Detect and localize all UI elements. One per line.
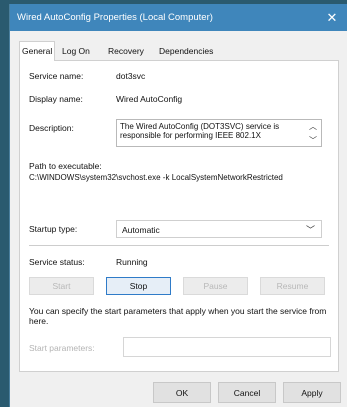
service-status-label: Service status: xyxy=(29,257,85,267)
start-params-label: Start parameters: xyxy=(29,343,95,353)
general-panel: Service name: dot3svc Display name: Wire… xyxy=(19,60,339,372)
tab-dependencies[interactable]: Dependencies xyxy=(159,43,213,60)
properties-window: Wired AutoConfig Properties (Local Compu… xyxy=(9,4,347,407)
divider xyxy=(29,245,329,246)
window-title: Wired AutoConfig Properties (Local Compu… xyxy=(17,12,213,23)
display-name-value: Wired AutoConfig xyxy=(116,94,183,104)
tab-recovery[interactable]: Recovery xyxy=(108,43,144,60)
display-name-label: Display name: xyxy=(29,94,83,104)
startup-type-label: Startup type: xyxy=(29,224,78,234)
start-params-note: You can specify the start parameters tha… xyxy=(29,306,327,326)
start-params-input[interactable] xyxy=(123,337,331,357)
service-status-value: Running xyxy=(116,257,148,267)
stop-button[interactable]: Stop xyxy=(106,277,171,295)
pause-button[interactable]: Pause xyxy=(183,277,248,295)
apply-button[interactable]: Apply xyxy=(283,382,341,403)
description-text: The Wired AutoConfig (DOT3SVC) service i… xyxy=(120,122,280,140)
startup-type-select[interactable]: Automatic ﹀ xyxy=(116,220,322,238)
ok-button[interactable]: OK xyxy=(153,382,211,403)
tab-log-on[interactable]: Log On xyxy=(62,43,90,60)
description-label: Description: xyxy=(29,123,74,133)
scroll-down-icon[interactable]: ﹀ xyxy=(308,136,318,146)
chevron-down-icon: ﹀ xyxy=(305,225,315,235)
scroll-up-icon[interactable]: ︿ xyxy=(308,122,318,132)
title-bar[interactable]: Wired AutoConfig Properties (Local Compu… xyxy=(10,4,347,31)
service-name-label: Service name: xyxy=(29,71,84,81)
service-name-value: dot3svc xyxy=(116,71,146,81)
description-box[interactable]: The Wired AutoConfig (DOT3SVC) service i… xyxy=(116,119,322,147)
path-label: Path to executable: xyxy=(29,161,102,171)
startup-type-value: Automatic xyxy=(122,225,160,235)
close-icon[interactable]: ✕ xyxy=(317,4,347,31)
path-value: C:\WINDOWS\system32\svchost.exe -k Local… xyxy=(29,173,283,182)
cancel-button[interactable]: Cancel xyxy=(218,382,276,403)
tab-general[interactable]: General xyxy=(19,41,56,61)
start-button[interactable]: Start xyxy=(29,277,94,295)
resume-button[interactable]: Resume xyxy=(260,277,325,295)
